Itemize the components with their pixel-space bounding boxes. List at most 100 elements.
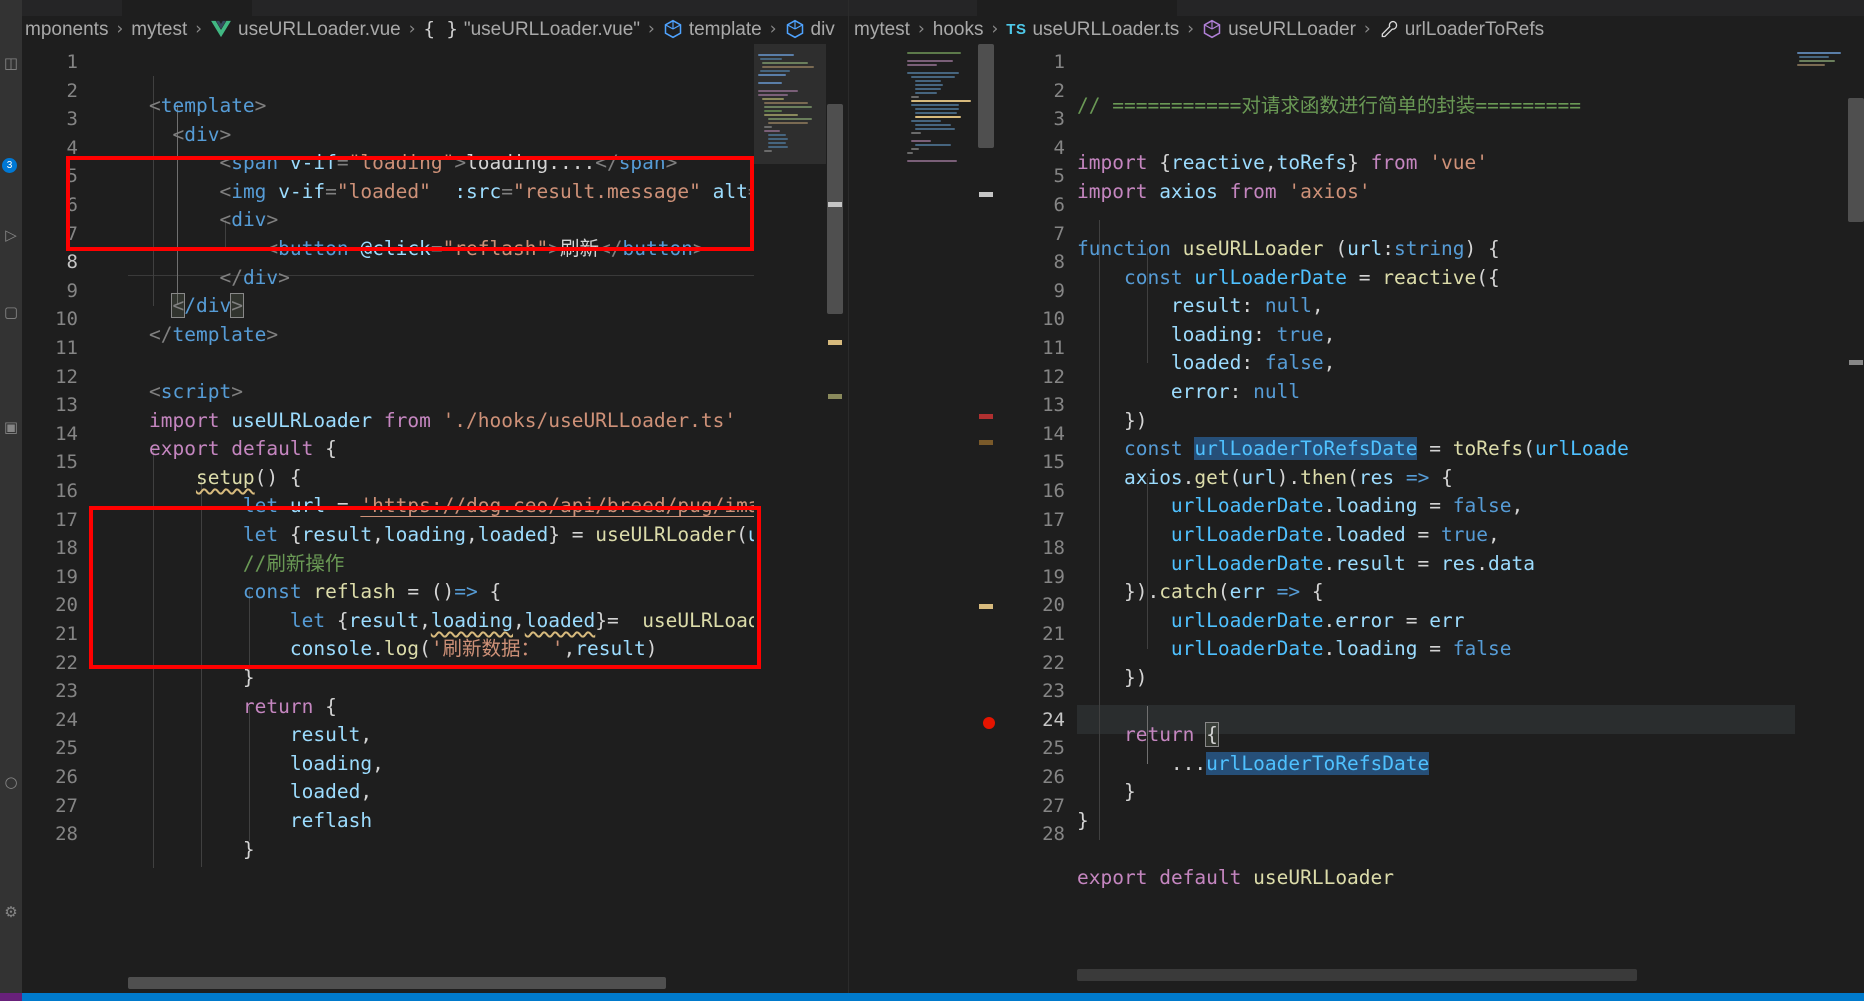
code-line-8[interactable]: </div>	[149, 292, 244, 321]
breadcrumb-left[interactable]: mponents › mytest › useURLLoader.vue › {…	[22, 19, 838, 44]
breadcrumb-item-symbol-object[interactable]: { } "useURLLoader.vue"	[421, 17, 644, 40]
breadcrumb-item-mytest[interactable]: mytest	[128, 20, 190, 39]
code-line-17[interactable]: urlLoaderDate.result = res.data	[1077, 550, 1535, 579]
scrollbar-vertical-right[interactable]	[977, 44, 995, 1001]
code-line-24[interactable]: loading,	[149, 750, 384, 779]
code-line-14[interactable]: setup() {	[149, 464, 302, 493]
code-line-25[interactable]: loaded,	[149, 778, 372, 807]
scrollbar-vertical-left[interactable]	[826, 44, 844, 1001]
breadcrumb-item-components[interactable]: mponents	[22, 20, 111, 39]
code-line-22[interactable]: return {	[149, 693, 337, 722]
breadcrumb-separator: ›	[769, 18, 777, 39]
code-line-1[interactable]: // ===========对请求函数进行简单的封装=========	[1077, 92, 1581, 121]
code-line-19[interactable]: let {result,loading,loaded}= useULRLoade…	[149, 607, 795, 636]
line-number: 16	[55, 480, 78, 502]
test-icon[interactable]: ▣	[0, 420, 22, 435]
scrollbar-thumb[interactable]	[1848, 98, 1864, 222]
status-bar[interactable]	[0, 993, 1864, 1001]
code-line-18[interactable]: }).catch(err => {	[1077, 578, 1324, 607]
gear-icon[interactable]: ⚙	[0, 905, 22, 920]
code-line-23[interactable]: result,	[149, 721, 372, 750]
scrollbar-thumb[interactable]	[1077, 969, 1637, 981]
code-line-19[interactable]: urlLoaderDate.error = err	[1077, 607, 1465, 636]
code-line-13[interactable]: const urlLoaderToRefsDate = toRefs(urlLo…	[1077, 435, 1629, 464]
minimap-left[interactable]	[754, 44, 826, 1001]
code-line-12[interactable]: })	[1077, 407, 1147, 436]
breadcrumb-item-mytest[interactable]: mytest	[851, 20, 913, 39]
code-line-2[interactable]: <div>	[149, 121, 231, 150]
code-line-16[interactable]: let {result,loading,loaded} = useULRLoad…	[149, 521, 795, 550]
overview-ruler-mark	[828, 394, 842, 399]
code-line-6[interactable]: function useURLLoader (url:string) {	[1077, 235, 1500, 264]
breadcrumb-item-vue-file[interactable]: useURLLoader.vue	[207, 20, 404, 39]
minimap-line	[1799, 60, 1835, 62]
code-line-4[interactable]: <img v-if="loaded" :src="result.message"…	[149, 178, 794, 207]
scrollbar-thumb[interactable]	[827, 104, 843, 314]
code-line-20[interactable]: urlLoaderDate.loading = false	[1077, 635, 1512, 664]
code-line-13[interactable]: export default {	[149, 435, 337, 464]
scrollbar-vertical-far-right[interactable]	[1847, 44, 1864, 1001]
code-line-26[interactable]: }	[1077, 807, 1089, 836]
code-line-5[interactable]: <div>	[149, 206, 278, 235]
activity-bar[interactable]: ◫ 3 ▷ ▢ ▣ ○ ⚙	[0, 0, 22, 1001]
debug-icon[interactable]: ▷	[0, 228, 22, 243]
code-line-4[interactable]: import axios from 'axios'	[1077, 178, 1371, 207]
code-line-8[interactable]: result: null,	[1077, 292, 1324, 321]
line-number: 8	[66, 251, 78, 274]
files-icon[interactable]: ◫	[0, 56, 22, 71]
code-line-16[interactable]: urlLoaderDate.loaded = true,	[1077, 521, 1500, 550]
code-line-14[interactable]: axios.get(url).then(res => {	[1077, 464, 1453, 493]
code-line-26[interactable]: reflash	[149, 807, 372, 836]
code-line-15[interactable]: let url = 'https://dog.ceo/api/breed/pug…	[149, 492, 795, 521]
code-line-21[interactable]: })	[1077, 664, 1147, 693]
code-line-15[interactable]: urlLoaderDate.loading = false,	[1077, 492, 1523, 521]
breadcrumb-item-hooks[interactable]: hooks	[930, 20, 987, 39]
breadcrumb-right[interactable]: mytest › hooks › TS useURLLoader.ts › us…	[849, 19, 1547, 44]
breadcrumb-left-pane: mponents › mytest › useURLLoader.vue › {…	[22, 0, 848, 44]
breakpoint-marker[interactable]	[983, 717, 995, 729]
breadcrumb-item-div[interactable]: div	[782, 19, 838, 39]
overview-ruler-mark	[1849, 360, 1863, 365]
code-line-11[interactable]: error: null	[1077, 378, 1300, 407]
minimap-right[interactable]	[905, 44, 977, 1001]
minimap-line	[915, 92, 937, 94]
code-line-20[interactable]: console.log('刷新数据： ',result)	[149, 635, 658, 664]
scrollbar-horizontal-right[interactable]	[849, 969, 1864, 983]
symbol-wrench-icon	[1379, 19, 1399, 39]
code-line-12[interactable]: import useULRLoader from './hooks/useURL…	[149, 407, 736, 436]
code-line-23[interactable]: return {	[1077, 721, 1219, 750]
scrollbar-thumb[interactable]	[978, 44, 994, 148]
code-line-25[interactable]: }	[1077, 778, 1136, 807]
braces-icon: { }	[423, 17, 458, 40]
code-line-3[interactable]: import {reactive,toRefs} from 'vue'	[1077, 149, 1488, 178]
code-line-6[interactable]: <button @click="reflash">刷新</button>	[149, 235, 704, 264]
code-line-1[interactable]: <template>	[149, 92, 266, 121]
code-line-3[interactable]: <span v-if="loading">loading....</span>	[149, 149, 677, 178]
code-line-9[interactable]: loading: true,	[1077, 321, 1335, 350]
code-line-18[interactable]: const reflash = ()=> {	[149, 578, 501, 607]
minimap-line	[907, 152, 913, 154]
code-line-24[interactable]: ...urlLoaderToRefsDate	[1077, 750, 1430, 779]
line-number: 21	[1042, 623, 1065, 645]
breadcrumb-item-ts-file[interactable]: TS useURLLoader.ts	[1003, 20, 1182, 39]
code-line-7[interactable]: const urlLoaderDate = reactive({	[1077, 264, 1500, 293]
code-line-7[interactable]: </div>	[149, 264, 289, 293]
code-line-28[interactable]: export default useURLLoader	[1077, 864, 1394, 893]
scrollbar-thumb[interactable]	[128, 977, 666, 989]
scrollbar-horizontal-left[interactable]	[22, 977, 822, 991]
code-line-11[interactable]: <script>	[149, 378, 243, 407]
code-line-10[interactable]: loaded: false,	[1077, 349, 1335, 378]
breadcrumb-item-urlloadertorefs[interactable]: urlLoaderToRefs	[1376, 19, 1547, 39]
breadcrumb-item-template[interactable]: template	[660, 19, 765, 39]
breadcrumb-item-useurlloader-symbol[interactable]: useURLLoader	[1199, 19, 1359, 39]
code-line-21[interactable]: }	[149, 664, 255, 693]
code-line-27[interactable]: }	[149, 836, 255, 865]
editor-left-useurlloader-vue[interactable]: 1 2 3 4 5 6 7 8 9 10 11 12 13 14 15 16 1…	[22, 44, 848, 1001]
account-icon[interactable]: ○	[0, 775, 22, 790]
code-line-17[interactable]: //刷新操作	[149, 550, 344, 579]
minimap-right-edge[interactable]	[1795, 44, 1855, 1001]
editor-right-useurlloader-ts[interactable]: 1 2 3 4 5 6 7 8 9 10 11 12 13 14 15 16 1…	[848, 44, 1864, 1001]
extensions-icon[interactable]: ▢	[0, 305, 22, 320]
status-bar-remote-indicator[interactable]	[0, 993, 22, 1001]
code-line-9[interactable]: </template>	[149, 321, 278, 350]
